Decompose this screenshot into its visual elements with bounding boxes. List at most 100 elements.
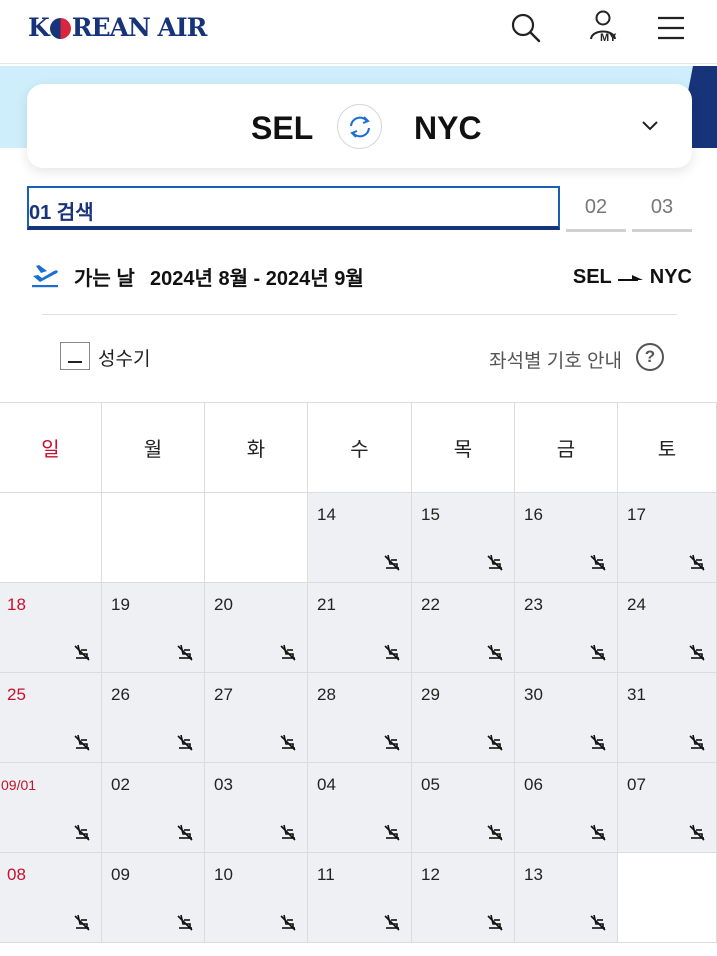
calendar-day-number: 13 xyxy=(524,865,543,884)
no-seat-icon xyxy=(74,734,90,751)
chevron-down-icon[interactable] xyxy=(639,114,661,136)
calendar-day-number: 15 xyxy=(421,505,440,524)
logo-text: K REAN AIR xyxy=(28,13,207,42)
calendar-day-cell[interactable]: 11 xyxy=(308,853,412,942)
no-seat-icon xyxy=(487,914,503,931)
calendar-day-cell[interactable]: 21 xyxy=(308,583,412,672)
calendar-day-number: 28 xyxy=(317,685,336,704)
no-seat-icon xyxy=(384,914,400,931)
calendar-day-cell[interactable]: 27 xyxy=(205,673,308,762)
calendar-day-cell[interactable]: 13 xyxy=(515,853,618,942)
calendar-weekday-header: 일월화수목금토 xyxy=(0,402,717,493)
no-seat-icon xyxy=(689,824,705,841)
calendar-day-cell[interactable]: 03 xyxy=(205,763,308,852)
calendar-day-cell[interactable]: 30 xyxy=(515,673,618,762)
seat-symbol-guide-link[interactable]: 좌석별 기호 안내 xyxy=(489,346,622,373)
step-search-label: 01 검색 xyxy=(29,202,94,224)
calendar-day-cell[interactable]: 31 xyxy=(618,673,717,762)
calendar-day-cell[interactable]: 06 xyxy=(515,763,618,852)
no-seat-icon xyxy=(280,824,296,841)
weekday-1: 월 xyxy=(102,403,205,492)
calendar-day-number: 06 xyxy=(524,775,543,794)
calendar-day-number: 22 xyxy=(421,595,440,614)
no-seat-icon xyxy=(74,914,90,931)
calendar-day-number: 09/01 xyxy=(1,777,37,793)
calendar-day-cell[interactable]: 24 xyxy=(618,583,717,672)
section-divider xyxy=(42,314,677,315)
calendar-day-cell[interactable]: 17 xyxy=(618,493,717,582)
step-03-tab[interactable]: 03 xyxy=(632,186,692,232)
calendar-day-cell[interactable]: 09/01 xyxy=(0,763,102,852)
calendar-week-row: 18 19 20 21 22 23 24 xyxy=(0,583,717,673)
step-02-tab[interactable]: 02 xyxy=(566,186,626,232)
calendar-day-number: 29 xyxy=(421,685,440,704)
route-card[interactable]: SEL NYC xyxy=(27,84,692,168)
no-seat-icon xyxy=(689,734,705,751)
swap-button[interactable] xyxy=(337,104,382,149)
calendar-day-cell[interactable]: 25 xyxy=(0,673,102,762)
korean-air-logo[interactable]: K REAN AIR xyxy=(28,10,207,44)
calendar-day-cell[interactable]: 04 xyxy=(308,763,412,852)
calendar-day-cell[interactable]: 09 xyxy=(102,853,205,942)
calendar-week-row: 08 09 10 11 12 13 xyxy=(0,853,717,943)
calendar-day-cell[interactable]: 02 xyxy=(102,763,205,852)
calendar-day-cell[interactable]: 18 xyxy=(0,583,102,672)
help-icon[interactable]: ? xyxy=(636,343,664,371)
no-seat-icon xyxy=(384,554,400,571)
departure-route-from: SEL xyxy=(572,266,612,288)
search-icon[interactable] xyxy=(506,8,546,48)
no-seat-icon xyxy=(74,824,90,841)
step-02-label: 02 xyxy=(584,196,608,218)
weekday-5: 금 xyxy=(515,403,618,492)
my-page-icon[interactable]: MY xyxy=(584,8,624,48)
calendar-day-cell[interactable]: 22 xyxy=(412,583,515,672)
weekday-2: 화 xyxy=(205,403,308,492)
route-departure[interactable]: SEL xyxy=(251,110,313,147)
no-seat-icon xyxy=(487,824,503,841)
no-seat-icon xyxy=(590,914,606,931)
departure-route-to: NYC xyxy=(649,266,692,288)
calendar-week-row: 25 26 27 28 29 30 31 xyxy=(0,673,717,763)
calendar-day-cell[interactable]: 26 xyxy=(102,673,205,762)
calendar-day-cell[interactable]: 15 xyxy=(412,493,515,582)
calendar-day-cell[interactable]: 29 xyxy=(412,673,515,762)
calendar-day-number: 24 xyxy=(627,595,646,614)
calendar-day-number: 02 xyxy=(111,775,130,794)
no-seat-icon xyxy=(487,734,503,751)
no-seat-icon xyxy=(177,824,193,841)
calendar-day-number: 07 xyxy=(627,775,646,794)
step-search-tab[interactable]: 01 검색 xyxy=(27,186,560,230)
no-seat-icon xyxy=(280,914,296,931)
no-seat-icon xyxy=(177,644,193,661)
no-seat-icon xyxy=(384,644,400,661)
calendar-day-cell[interactable]: 08 xyxy=(0,853,102,942)
calendar-day-cell[interactable]: 16 xyxy=(515,493,618,582)
peak-season-label: 성수기 xyxy=(98,349,151,370)
weekday-0: 일 xyxy=(0,403,102,492)
route-arrow-icon xyxy=(617,274,643,281)
calendar-day-cell[interactable]: 12 xyxy=(412,853,515,942)
no-seat-icon xyxy=(280,734,296,751)
route-arrival[interactable]: NYC xyxy=(414,110,482,147)
calendar-day-cell[interactable]: 28 xyxy=(308,673,412,762)
app-header: K REAN AIR MY xyxy=(0,0,717,64)
departure-date-range: 2024년 8월 - 2024년 9월 xyxy=(150,268,364,290)
calendar-empty-cell xyxy=(0,493,102,582)
calendar-week-row: 14 15 16 17 xyxy=(0,493,717,583)
calendar-day-number: 25 xyxy=(7,685,26,704)
no-seat-icon xyxy=(590,824,606,841)
calendar-day-cell[interactable]: 23 xyxy=(515,583,618,672)
calendar-day-cell[interactable]: 07 xyxy=(618,763,717,852)
calendar-week-row: 09/01 02 03 04 05 06 07 xyxy=(0,763,717,853)
calendar-day-cell[interactable]: 05 xyxy=(412,763,515,852)
weekday-4: 목 xyxy=(412,403,515,492)
departure-label: 가는 날 xyxy=(74,268,135,290)
calendar-day-cell[interactable]: 14 xyxy=(308,493,412,582)
calendar-day-cell[interactable]: 19 xyxy=(102,583,205,672)
calendar-day-number: 08 xyxy=(7,865,26,884)
calendar-empty-cell xyxy=(205,493,308,582)
calendar-day-cell[interactable]: 20 xyxy=(205,583,308,672)
calendar-day-number: 30 xyxy=(524,685,543,704)
menu-icon[interactable] xyxy=(651,8,691,48)
calendar-day-cell[interactable]: 10 xyxy=(205,853,308,942)
